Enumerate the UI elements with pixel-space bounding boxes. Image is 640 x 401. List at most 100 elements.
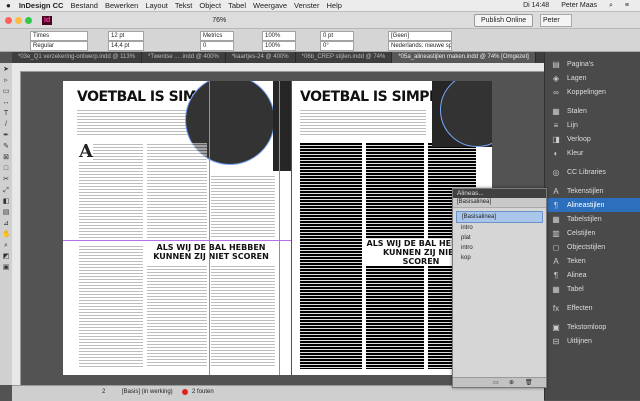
menu-tekst[interactable]: Tekst xyxy=(175,1,193,10)
indesign-logo: Id xyxy=(42,15,53,25)
panel-paragraph[interactable]: ¶ Alinea xyxy=(545,268,640,282)
pencil-tool-icon[interactable]: ✎ xyxy=(2,143,10,151)
panel-cell-styles[interactable]: ▥ Celstijlen xyxy=(545,226,640,240)
new-style-icon[interactable]: ⊕ xyxy=(509,379,514,386)
menu-bewerken[interactable]: Bewerken xyxy=(105,1,138,10)
panel-stroke[interactable]: ≡ Lijn xyxy=(545,118,640,132)
search-icon[interactable]: ⌕ xyxy=(609,2,613,10)
page-number[interactable]: 2 xyxy=(102,389,105,395)
style-item[interactable]: [Basisalinea] xyxy=(456,211,543,223)
tab-document-1[interactable]: *03e_Q1 verzekering-ontwerp.indd @ 113% xyxy=(12,52,143,63)
panel-pages[interactable]: ▤ Pagina's xyxy=(545,57,640,71)
note-tool-icon[interactable]: ▤ xyxy=(2,209,10,217)
leading-field[interactable]: 14,4 pt xyxy=(108,41,144,51)
menu-tabel[interactable]: Tabel xyxy=(228,1,246,10)
tab-document-3[interactable]: *kaartjes-24 @ 400% xyxy=(226,52,296,63)
pen-tool-icon[interactable]: ✒ xyxy=(2,132,10,140)
direct-selection-tool-icon[interactable]: ▹ xyxy=(2,77,10,85)
skew-field[interactable]: 0° xyxy=(320,41,354,51)
style-item[interactable]: plat xyxy=(453,233,546,243)
links-icon: ∞ xyxy=(553,87,559,97)
menu-user[interactable]: Peter Maas xyxy=(561,2,597,9)
panel-links[interactable]: ∞ Koppelingen xyxy=(545,85,640,99)
line-tool-icon[interactable]: / xyxy=(2,121,10,129)
delete-style-icon[interactable]: 🗑 xyxy=(525,379,533,386)
view-mode-icon[interactable]: ▣ xyxy=(2,264,10,272)
menu-venster[interactable]: Venster xyxy=(294,1,319,10)
style-item[interactable]: intro xyxy=(453,223,546,233)
zoom-window-icon[interactable] xyxy=(25,16,32,24)
rectangle-frame-tool-icon[interactable]: ⊠ xyxy=(2,154,10,162)
floating-panel-title[interactable]: Alineas... xyxy=(453,189,546,198)
minimize-window-icon[interactable] xyxy=(15,16,22,24)
menu-bestand[interactable]: Bestand xyxy=(70,1,98,10)
page-left[interactable]: VOETBAL IS SIMPEL A ALS WIJ DE BAL HEBBE… xyxy=(63,81,291,375)
close-window-icon[interactable] xyxy=(5,16,12,24)
panel-table-styles[interactable]: ▦ Tabelstijlen xyxy=(545,212,640,226)
eyedropper-tool-icon[interactable]: ⊿ xyxy=(2,220,10,228)
menu-object[interactable]: Object xyxy=(199,1,221,10)
menu-help[interactable]: Help xyxy=(326,1,341,10)
error-count[interactable]: 2 fouten xyxy=(192,389,214,395)
gradient-tool-icon[interactable]: ◧ xyxy=(2,198,10,206)
baseline-shift-field[interactable]: 0 pt xyxy=(320,31,354,41)
horizontal-scale-field[interactable]: 100% xyxy=(262,41,296,51)
vertical-scale-field[interactable]: 100% xyxy=(262,31,296,41)
publish-online-button[interactable]: Publish Online xyxy=(474,14,534,27)
window-controls xyxy=(5,16,32,24)
panel-table[interactable]: ▦ Tabel xyxy=(545,282,640,296)
panel-text-wrap[interactable]: ▣ Tekstomloop xyxy=(545,320,640,334)
language-field[interactable]: Nederlands: nieuwe spell... xyxy=(388,41,452,51)
panel-character[interactable]: A Teken xyxy=(545,254,640,268)
scissors-tool-icon[interactable]: ✂ xyxy=(2,176,10,184)
panel-swatches[interactable]: ▦ Stalen xyxy=(545,104,640,118)
fill-stroke-icon[interactable]: ◩ xyxy=(2,253,10,261)
gap-tool-icon[interactable]: ↔ xyxy=(2,99,10,107)
font-style-field[interactable]: Regular xyxy=(30,41,88,51)
font-family-field[interactable]: Times xyxy=(30,31,88,41)
clock[interactable]: Di 14:48 xyxy=(523,2,549,9)
new-group-icon[interactable]: ▭ xyxy=(493,379,499,386)
hand-tool-icon[interactable]: ✋ xyxy=(2,231,11,239)
tab-document-2[interactable]: *Twentse ... .indd @ 400% xyxy=(142,52,226,63)
list-icon[interactable]: ≡ xyxy=(625,2,629,9)
zoom-tool-icon[interactable]: ⌕ xyxy=(2,242,10,250)
layers-icon: ◈ xyxy=(552,73,560,83)
panel-layers[interactable]: ◈ Lagen xyxy=(545,71,640,85)
character-styles-icon: A xyxy=(553,186,559,196)
apple-icon[interactable]: ● xyxy=(6,1,11,10)
zoom-level[interactable]: 76% xyxy=(212,17,226,24)
kerning-field[interactable]: Metrics xyxy=(200,31,234,41)
style-item[interactable]: kop xyxy=(453,253,546,263)
menu-app-name[interactable]: InDesign CC xyxy=(19,1,64,10)
font-size-field[interactable]: 12 pt xyxy=(108,31,144,41)
status-style[interactable]: [Basis] (in werking) xyxy=(122,389,173,395)
style-item[interactable]: intro xyxy=(453,243,546,253)
cell-styles-icon: ▥ xyxy=(552,228,560,238)
object-styles-icon: ◻ xyxy=(552,242,560,252)
panel-cc-libraries[interactable]: ◎ CC Libraries xyxy=(545,165,640,179)
panel-color[interactable]: ◐ Kleur xyxy=(545,146,640,160)
panel-character-styles[interactable]: A Tekenstijlen xyxy=(545,184,640,198)
panel-paragraph-styles[interactable]: ¶ Alineastijlen xyxy=(545,198,640,212)
rectangle-tool-icon[interactable]: □ xyxy=(2,165,10,173)
panel-gradient[interactable]: ◨ Verloop xyxy=(545,132,640,146)
menu-layout[interactable]: Layout xyxy=(145,1,168,10)
horizontal-ruler[interactable] xyxy=(12,63,544,72)
panel-effects[interactable]: fx Effecten xyxy=(545,301,640,315)
paragraph-style-field[interactable]: [Geen] xyxy=(388,31,452,41)
application-bar: Id 76% Publish Online Peter xyxy=(0,12,640,29)
menu-weergave[interactable]: Weergave xyxy=(253,1,287,10)
type-tool-icon[interactable]: T xyxy=(2,110,10,118)
tab-document-4[interactable]: *06b_CREP stijlen.indd @ 74% xyxy=(296,52,393,63)
page-tool-icon[interactable]: ▭ xyxy=(2,88,10,96)
tab-document-5[interactable]: *05a_alineastijlen maken.indd @ 74% [Omg… xyxy=(392,52,536,63)
vertical-ruler[interactable] xyxy=(12,71,21,385)
panel-object-styles[interactable]: ◻ Objectstijlen xyxy=(545,240,640,254)
control-panel: Times Regular 12 pt 14,4 pt Metrics 0 10… xyxy=(0,29,640,52)
panel-align[interactable]: ⊟ Uitlijnen xyxy=(545,334,640,348)
workspace-select[interactable]: Peter xyxy=(540,14,572,27)
tracking-field[interactable]: 0 xyxy=(200,41,234,51)
free-transform-tool-icon[interactable]: ⤢ xyxy=(2,187,10,195)
selection-tool-icon[interactable]: ➤ xyxy=(2,66,10,74)
